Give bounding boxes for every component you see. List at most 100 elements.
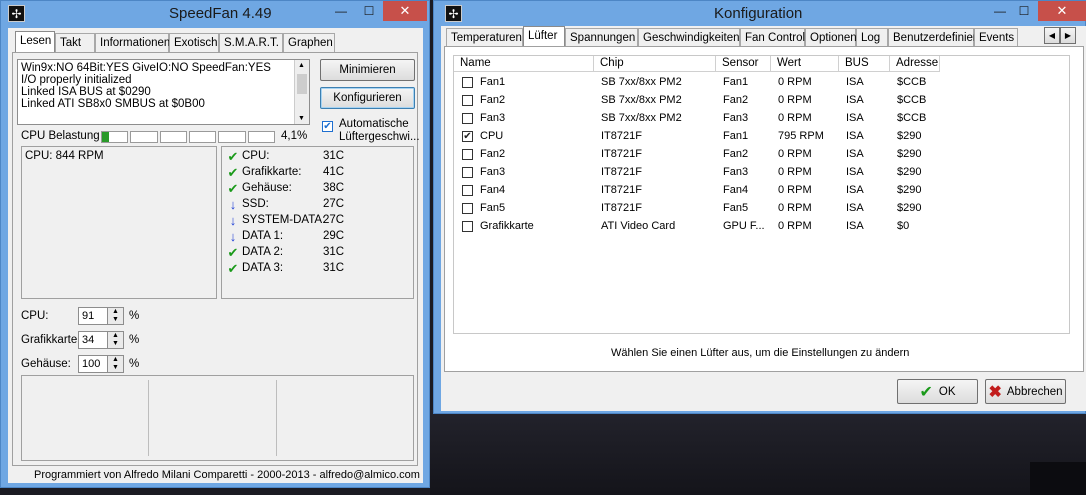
temperature-value: 31C: [323, 262, 345, 274]
cancel-button[interactable]: ✖ Abbrechen: [985, 379, 1066, 404]
cell-adresse: $0: [897, 220, 910, 232]
speed-stepper[interactable]: 100 ▲ ▼: [78, 355, 124, 373]
temperature-value: 41C: [323, 166, 345, 178]
stepper-arrows-icon[interactable]: ▲ ▼: [107, 356, 123, 372]
column-header[interactable]: BUS: [839, 56, 890, 72]
cell-name: Fan3: [480, 166, 506, 178]
column-header[interactable]: Sensor: [716, 56, 771, 72]
cancel-label: Abbrechen: [1006, 385, 1063, 398]
tab-scroll-right-button[interactable]: ▶: [1060, 27, 1076, 44]
fan-list[interactable]: Name Chip Sensor Wert BUS Adresse Fan1 SB 7xx/…: [453, 55, 1070, 334]
fan-enable-checkbox[interactable]: [462, 113, 473, 124]
fan-enable-checkbox[interactable]: ✔: [462, 131, 473, 142]
cpu-load-segment: [101, 131, 129, 143]
fan-enable-checkbox[interactable]: [462, 149, 473, 160]
fan-enable-checkbox[interactable]: [462, 221, 473, 232]
table-row[interactable]: Fan2 SB 7xx/8xx PM2 Fan2 0 RPM ISA $CCB: [454, 91, 1069, 109]
cpu-load-segment: [218, 131, 246, 143]
cpu-load-value: 4,1%: [281, 130, 308, 142]
table-row[interactable]: Fan1 SB 7xx/8xx PM2 Fan1 0 RPM ISA $CCB: [454, 73, 1069, 91]
stepper-arrows-icon[interactable]: ▲ ▼: [107, 332, 123, 348]
table-row[interactable]: Fan4 IT8721F Fan4 0 RPM ISA $290: [454, 181, 1069, 199]
scroll-thumb[interactable]: [297, 74, 307, 94]
auto-fan-speed-label-2: Lüftergeschwi...: [339, 131, 420, 143]
cell-chip: SB 7xx/8xx PM2: [601, 76, 682, 88]
log-line: Linked ATI SB8x0 SMBUS at $0B00: [21, 98, 205, 110]
speed-stepper[interactable]: 34 ▲ ▼: [78, 331, 124, 349]
tab-fan-control[interactable]: Fan Control: [740, 28, 805, 47]
log-scrollbar[interactable]: ▲ ▼: [294, 60, 309, 124]
tab-events[interactable]: Events: [974, 28, 1018, 47]
cell-bus: ISA: [846, 202, 864, 214]
cell-sensor: Fan2: [723, 148, 749, 160]
table-row[interactable]: ✔ CPU IT8721F Fan1 795 RPM ISA $290: [454, 127, 1069, 145]
cell-chip: IT8721F: [601, 148, 642, 160]
scroll-up-arrow[interactable]: ▲: [298, 62, 305, 69]
tab-graphen[interactable]: Graphen: [283, 33, 335, 52]
cell-chip: IT8721F: [601, 184, 642, 196]
table-row[interactable]: Fan2 IT8721F Fan2 0 RPM ISA $290: [454, 145, 1069, 163]
cell-sensor: Fan3: [723, 166, 749, 178]
column-header[interactable]: Wert: [771, 56, 839, 72]
minimize-window-button[interactable]: —: [327, 1, 355, 21]
scroll-down-arrow[interactable]: ▼: [298, 115, 305, 122]
table-row[interactable]: Fan3 SB 7xx/8xx PM2 Fan3 0 RPM ISA $CCB: [454, 109, 1069, 127]
column-header[interactable]: Chip: [594, 56, 716, 72]
graph-divider: [148, 380, 149, 456]
cell-wert: 0 RPM: [778, 202, 812, 214]
fan-enable-checkbox[interactable]: [462, 185, 473, 196]
tab-lesen[interactable]: Lesen: [15, 31, 55, 52]
table-row[interactable]: Fan3 IT8721F Fan3 0 RPM ISA $290: [454, 163, 1069, 181]
tab-s-m-a-r-t[interactable]: S.M.A.R.T.: [219, 33, 283, 52]
table-row[interactable]: Fan5 IT8721F Fan5 0 RPM ISA $290: [454, 199, 1069, 217]
tab-optionen[interactable]: Optionen: [805, 28, 857, 47]
speed-value[interactable]: 100: [82, 358, 100, 370]
tab-benutzerdefiniert[interactable]: Benutzerdefiniert: [888, 28, 980, 47]
speedfan-titlebar[interactable]: ✢ SpeedFan 4.49 — ☐ ✕: [1, 1, 429, 26]
tab-takt[interactable]: Takt: [55, 33, 95, 52]
log-textbox[interactable]: Win9x:NO 64Bit:YES GiveIO:NO SpeedFan:YE…: [17, 59, 310, 125]
config-window: ✢ Konfiguration — ☐ ✕ Temperaturen Lüfter…: [433, 0, 1086, 414]
config-titlebar[interactable]: ✢ Konfiguration — ☐ ✕: [434, 1, 1086, 26]
cell-bus: ISA: [846, 76, 864, 88]
configure-button[interactable]: Konfigurieren: [320, 87, 415, 109]
cell-wert: 795 RPM: [778, 130, 824, 142]
tab-scroll-left-button[interactable]: ◀: [1044, 27, 1060, 44]
cpu-load-segment: [189, 131, 217, 143]
tab-l-fter[interactable]: Lüfter: [523, 26, 565, 47]
cell-chip: ATI Video Card: [601, 220, 676, 232]
column-header[interactable]: Adresse: [890, 56, 940, 72]
fan-enable-checkbox[interactable]: [462, 77, 473, 88]
column-header[interactable]: Name: [454, 56, 594, 72]
fan-speed-box: CPU: 844 RPM: [21, 146, 217, 299]
tab-spannungen[interactable]: Spannungen: [565, 28, 638, 47]
tab-temperaturen[interactable]: Temperaturen: [446, 28, 523, 47]
tab-log[interactable]: Log: [856, 28, 888, 47]
maximize-window-button[interactable]: ☐: [1010, 1, 1038, 21]
speed-stepper[interactable]: 91 ▲ ▼: [78, 307, 124, 325]
speed-value[interactable]: 91: [82, 310, 94, 322]
tab-exotisch[interactable]: Exotisch: [169, 33, 219, 52]
speed-value[interactable]: 34: [82, 334, 94, 346]
tab-geschwindigkeiten[interactable]: Geschwindigkeiten: [638, 28, 740, 47]
speed-label: CPU:: [21, 310, 49, 322]
maximize-window-button[interactable]: ☐: [355, 1, 383, 21]
cell-wert: 0 RPM: [778, 184, 812, 196]
close-window-button[interactable]: ✕: [1038, 1, 1086, 21]
minimize-button[interactable]: Minimieren: [320, 59, 415, 81]
close-window-button[interactable]: ✕: [383, 1, 427, 21]
table-row[interactable]: Grafikkarte ATI Video Card GPU F... 0 RPM IS…: [454, 217, 1069, 235]
ok-button[interactable]: ✔ OK: [897, 379, 978, 404]
temperature-row: ✔ DATA 3: 31C: [226, 261, 412, 277]
auto-fan-speed-checkbox[interactable]: ✔: [322, 121, 333, 132]
cell-sensor: Fan5: [723, 202, 749, 214]
fan-enable-checkbox[interactable]: [462, 203, 473, 214]
cell-wert: 0 RPM: [778, 112, 812, 124]
footer-credits: Programmiert von Alfredo Milani Comparet…: [34, 469, 420, 481]
cell-name: Fan1: [480, 76, 506, 88]
arrow-down-icon: ↓: [229, 213, 237, 228]
stepper-arrows-icon[interactable]: ▲ ▼: [107, 308, 123, 324]
tab-informationen[interactable]: Informationen: [95, 33, 170, 52]
fan-enable-checkbox[interactable]: [462, 95, 473, 106]
fan-enable-checkbox[interactable]: [462, 167, 473, 178]
